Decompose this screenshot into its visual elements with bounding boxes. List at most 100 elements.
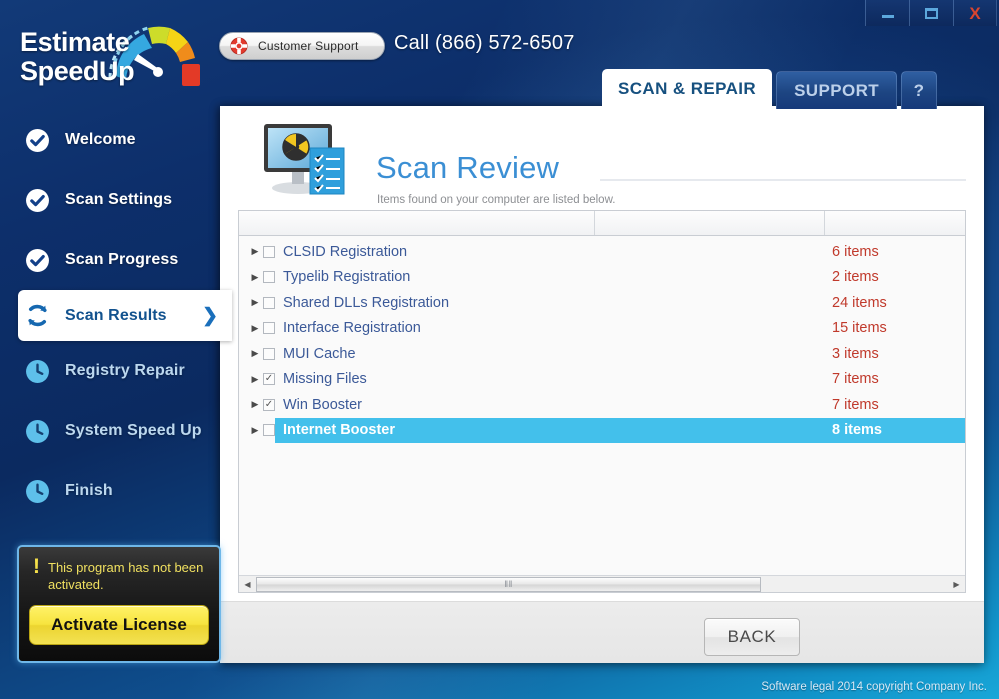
customer-support-button[interactable]: Customer Support: [219, 32, 385, 60]
row-checkbox[interactable]: [263, 296, 275, 309]
sidebar-item-welcome[interactable]: Welcome: [0, 110, 232, 170]
column-header-name[interactable]: [239, 211, 594, 235]
row-checkbox[interactable]: ✓: [263, 398, 275, 411]
footer-legal-text: Software legal 2014 copyright Company In…: [761, 681, 987, 693]
clock-circle-icon: [24, 358, 51, 385]
expander-icon[interactable]: ▶: [247, 425, 263, 435]
scrollbar-track[interactable]: ‖‖: [256, 576, 948, 592]
activation-message: This program has not been activated.: [48, 560, 204, 592]
row-name: Shared DLLs Registration: [283, 294, 450, 311]
row-count: 7 items: [832, 396, 879, 413]
call-phone-text: Call (866) 572-6507: [394, 32, 575, 54]
sidebar-item-system-speed-up[interactable]: System Speed Up: [0, 401, 232, 461]
panel-header: Scan Review Items found on your computer…: [220, 106, 984, 210]
row-count: 24 items: [832, 294, 887, 311]
tab-bar: SCAN & REPAIR SUPPORT ?: [602, 69, 938, 109]
tab-help[interactable]: ?: [901, 71, 938, 109]
panel-spacer: [220, 593, 984, 601]
title-divider: [600, 179, 966, 181]
row-checkbox[interactable]: [263, 347, 275, 360]
column-header-count[interactable]: [594, 211, 824, 235]
row-count: 15 items: [832, 320, 887, 337]
table-row[interactable]: ▶ ✓ Missing Files 7 items: [239, 367, 965, 393]
page-title: Scan Review: [376, 150, 560, 185]
activation-panel: ! This program has not been activated. A…: [17, 545, 221, 663]
table-row[interactable]: ▶ Typelib Registration 2 items: [239, 265, 965, 291]
row-count: 7 items: [832, 371, 879, 388]
clock-circle-icon: [24, 478, 51, 505]
lifebuoy-icon: [230, 37, 248, 55]
back-button[interactable]: BACK: [704, 618, 800, 656]
sidebar-item-label: Scan Results: [65, 306, 167, 324]
sidebar-item-finish[interactable]: Finish: [0, 461, 232, 521]
app-logo-text: Estimate SpeedUp: [20, 27, 135, 86]
horizontal-scrollbar[interactable]: ◀ ‖‖ ▶: [239, 575, 965, 592]
customer-support-label: Customer Support: [258, 39, 359, 53]
tab-help-label: ?: [913, 80, 925, 100]
expander-icon[interactable]: ▶: [247, 247, 263, 256]
check-circle-icon: [24, 127, 51, 154]
clock-circle-icon: [24, 418, 51, 445]
close-icon: X: [969, 3, 981, 23]
row-name: CLSID Registration: [283, 243, 408, 260]
sidebar-item-registry-repair[interactable]: Registry Repair: [0, 341, 232, 401]
expander-icon[interactable]: ▶: [247, 272, 263, 282]
activation-warning: ! This program has not been activated.: [29, 556, 209, 593]
scrollbar-thumb[interactable]: ‖‖: [256, 576, 762, 592]
check-circle-icon: [24, 187, 51, 214]
column-header-extra[interactable]: [824, 211, 965, 235]
minimize-button[interactable]: [865, 0, 909, 26]
row-selection-highlight: Internet Booster 8 items: [275, 417, 965, 443]
panel-footer: BACK: [220, 601, 984, 663]
sidebar-item-label: Finish: [65, 482, 113, 499]
maximize-icon: [925, 7, 938, 19]
maximize-button[interactable]: [909, 0, 953, 26]
check-circle-icon: [24, 247, 51, 274]
sidebar-item-scan-progress[interactable]: Scan Progress: [0, 230, 232, 290]
list-column-headers: [239, 211, 965, 236]
tab-support[interactable]: SUPPORT: [776, 71, 898, 109]
row-checkbox[interactable]: ✓: [263, 373, 275, 386]
expander-icon[interactable]: ▶: [247, 298, 263, 307]
list-rows: ▶ CLSID Registration 6 items ▶ Typelib R…: [239, 236, 965, 575]
sidebar-item-label: Scan Settings: [65, 191, 173, 208]
expander-icon[interactable]: ▶: [247, 323, 263, 333]
tab-scan-and-repair[interactable]: SCAN & REPAIR: [602, 69, 773, 109]
scroll-left-arrow-icon[interactable]: ◀: [239, 577, 256, 592]
row-name: Interface Registration: [283, 320, 421, 337]
activate-license-button[interactable]: Activate License: [29, 605, 209, 645]
table-row[interactable]: ▶ Shared DLLs Registration 24 items: [239, 290, 965, 316]
activate-license-label: Activate License: [51, 615, 187, 634]
sidebar-item-label: Scan Progress: [65, 251, 179, 268]
row-count: 8 items: [832, 422, 882, 439]
expander-icon[interactable]: ▶: [247, 349, 263, 358]
window-controls: X: [865, 0, 997, 28]
scrollbar-grip-icon: ‖‖: [504, 579, 513, 589]
table-row[interactable]: ▶ Interface Registration 15 items: [239, 316, 965, 342]
row-name: MUI Cache: [283, 345, 356, 362]
expander-icon[interactable]: ▶: [247, 400, 263, 409]
scroll-right-arrow-icon[interactable]: ▶: [948, 577, 965, 592]
tab-scan-and-repair-label: SCAN & REPAIR: [618, 79, 757, 98]
row-checkbox[interactable]: [263, 424, 275, 437]
close-button[interactable]: X: [953, 0, 997, 26]
table-row[interactable]: ▶ CLSID Registration 6 items: [239, 239, 965, 265]
row-checkbox[interactable]: [263, 271, 275, 284]
row-checkbox[interactable]: [263, 245, 275, 258]
chevron-right-icon: ❯: [202, 305, 218, 326]
table-row[interactable]: ▶ Internet Booster 8 items: [239, 417, 965, 443]
row-name: Missing Files: [283, 371, 367, 388]
page-subtitle: Items found on your computer are listed …: [377, 194, 616, 206]
row-name: Win Booster: [283, 396, 362, 413]
main-content-panel: Scan Review Items found on your computer…: [220, 106, 984, 663]
sidebar-item-scan-results[interactable]: Scan Results ❯: [18, 290, 232, 341]
scan-results-list: ▶ CLSID Registration 6 items ▶ Typelib R…: [238, 210, 966, 593]
row-count: 6 items: [832, 243, 879, 260]
expander-icon[interactable]: ▶: [247, 374, 263, 384]
row-checkbox[interactable]: [263, 322, 275, 335]
table-row[interactable]: ▶ MUI Cache 3 items: [239, 341, 965, 367]
sidebar-item-scan-settings[interactable]: Scan Settings: [0, 170, 232, 230]
row-count: 2 items: [832, 269, 879, 286]
table-row[interactable]: ▶ ✓ Win Booster 7 items: [239, 392, 965, 418]
sidebar-item-label: Registry Repair: [65, 362, 185, 379]
